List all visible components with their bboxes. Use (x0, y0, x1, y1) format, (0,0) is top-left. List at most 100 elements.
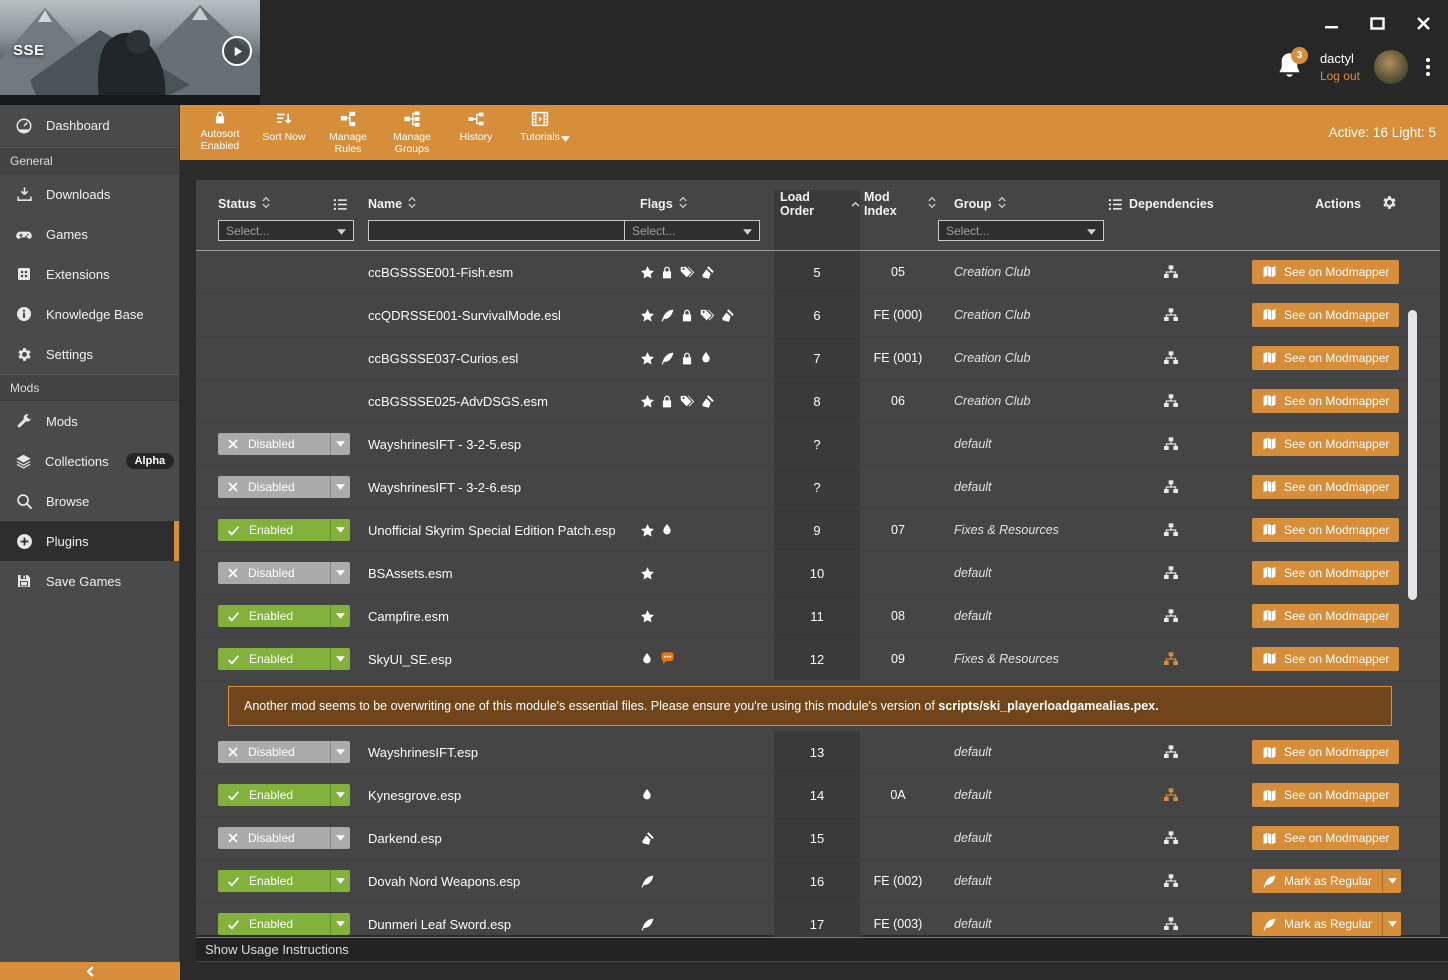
status-dropdown-caret[interactable] (330, 827, 350, 849)
dependencies-icon[interactable] (1163, 787, 1179, 803)
plugin-row[interactable]: ccQDRSSE001-SurvivalMode.esl 6 FE (000) … (196, 294, 1440, 337)
dependencies-icon[interactable] (1163, 916, 1179, 932)
see-on-modmapper-button[interactable]: See on Modmapper (1252, 604, 1399, 628)
plugin-row[interactable]: Disabled WayshrinesIFT.esp 13 default Se… (196, 731, 1440, 774)
column-settings-gear-icon[interactable] (1381, 194, 1398, 211)
toolbar-tutorials-button[interactable]: Tutorials (508, 108, 572, 145)
notifications-button[interactable]: 3 (1276, 51, 1306, 83)
plugin-row[interactable]: Enabled SkyUI_SE.esp 12 09 Fixes & Resou… (196, 638, 1440, 681)
plugin-row[interactable]: Disabled BSAssets.esm 10 default See on … (196, 552, 1440, 595)
status-dropdown-caret[interactable] (330, 784, 350, 806)
plugin-row[interactable]: ccBGSSSE037-Curios.esl 7 FE (001) Creati… (196, 337, 1440, 380)
plugin-row[interactable]: Disabled WayshrinesIFT - 3-2-6.esp ? def… (196, 466, 1440, 509)
see-on-modmapper-button[interactable]: See on Modmapper (1252, 432, 1399, 456)
status-filter-select[interactable]: Select... (218, 220, 354, 241)
status-toggle-button[interactable]: Disabled (218, 741, 350, 763)
column-header-load-order[interactable]: Load Order (774, 190, 860, 218)
status-toggle-button[interactable]: Disabled (218, 476, 350, 498)
see-on-modmapper-button[interactable]: See on Modmapper (1252, 260, 1399, 284)
mark-as-regular-button[interactable]: Mark as Regular (1252, 869, 1401, 893)
see-on-modmapper-button[interactable]: See on Modmapper (1252, 561, 1399, 585)
see-on-modmapper-button[interactable]: See on Modmapper (1252, 389, 1399, 413)
group-filter-select[interactable]: Select... (938, 220, 1104, 241)
sidebar-item-save-games[interactable]: Save Games (0, 561, 179, 601)
toolbar-sort-now-button[interactable]: Sort Now (252, 108, 316, 145)
status-toggle-button[interactable]: Enabled (218, 784, 350, 806)
dependencies-icon[interactable] (1163, 565, 1179, 581)
user-avatar[interactable] (1374, 50, 1408, 84)
status-dropdown-caret[interactable] (330, 433, 350, 455)
status-toggle-button[interactable]: Enabled (218, 605, 350, 627)
sidebar-item-settings[interactable]: Settings (0, 334, 179, 374)
status-toggle-button[interactable]: Enabled (218, 870, 350, 892)
status-dropdown-caret[interactable] (330, 562, 350, 584)
see-on-modmapper-button[interactable]: See on Modmapper (1252, 783, 1399, 807)
see-on-modmapper-button[interactable]: See on Modmapper (1252, 740, 1399, 764)
dependencies-icon[interactable] (1163, 479, 1179, 495)
status-dropdown-caret[interactable] (330, 605, 350, 627)
sidebar-item-collections[interactable]: Collections Alpha (0, 441, 179, 481)
sidebar-item-mods[interactable]: Mods (0, 401, 179, 441)
table-scrollbar[interactable] (1408, 310, 1417, 600)
status-dropdown-caret[interactable] (330, 913, 350, 935)
mark-as-regular-button[interactable]: Mark as Regular (1252, 912, 1401, 936)
dependencies-icon[interactable] (1163, 264, 1179, 280)
see-on-modmapper-button[interactable]: See on Modmapper (1252, 303, 1399, 327)
minimize-button[interactable] (1320, 12, 1342, 34)
sidebar-item-browse[interactable]: Browse (0, 481, 179, 521)
close-button[interactable] (1412, 12, 1434, 34)
dependencies-icon[interactable] (1163, 830, 1179, 846)
plugin-row[interactable]: Enabled Unofficial Skyrim Special Editio… (196, 509, 1440, 552)
dependencies-icon[interactable] (1163, 744, 1179, 760)
column-header-flags[interactable]: Flags (624, 192, 774, 216)
column-header-name[interactable]: Name (356, 192, 624, 216)
status-toggle-button[interactable]: Enabled (218, 519, 350, 541)
toolbar-manage-rules-button[interactable]: Manage Rules (316, 108, 380, 157)
dependencies-group-list-icon[interactable] (1108, 197, 1123, 212)
overflow-menu-button[interactable] (1422, 54, 1434, 80)
status-toggle-button[interactable]: Disabled (218, 827, 350, 849)
plugin-row[interactable]: Enabled Dovah Nord Weapons.esp 16 FE (00… (196, 860, 1440, 903)
sidebar-item-plugins[interactable]: Plugins (0, 521, 179, 561)
toolbar-manage-groups-button[interactable]: Manage Groups (380, 108, 444, 157)
plugin-row[interactable]: Enabled Kynesgrove.esp 14 0A default See… (196, 774, 1440, 817)
status-toggle-button[interactable]: Disabled (218, 433, 350, 455)
sidebar-item-extensions[interactable]: Extensions (0, 254, 179, 294)
sidebar-item-dashboard[interactable]: Dashboard (0, 105, 179, 147)
logout-link[interactable]: Log out (1320, 68, 1360, 84)
plugin-row[interactable]: ccBGSSSE001-Fish.esm 5 05 Creation Club … (196, 251, 1440, 294)
usage-instructions-bar[interactable]: Show Usage Instructions (196, 937, 1448, 962)
status-group-list-icon[interactable] (333, 197, 348, 212)
dependencies-icon[interactable] (1163, 393, 1179, 409)
status-dropdown-caret[interactable] (330, 476, 350, 498)
sidebar-item-knowledge-base[interactable]: Knowledge Base (0, 294, 179, 334)
toolbar-history-button[interactable]: History (444, 108, 508, 145)
sidebar-item-downloads[interactable]: Downloads (0, 174, 179, 214)
status-toggle-button[interactable]: Enabled (218, 913, 350, 935)
plugin-row[interactable]: Enabled Campfire.esm 11 08 default See o… (196, 595, 1440, 638)
dependencies-icon[interactable] (1163, 350, 1179, 366)
status-dropdown-caret[interactable] (330, 741, 350, 763)
dependencies-icon[interactable] (1163, 436, 1179, 452)
dependencies-icon[interactable] (1163, 651, 1179, 667)
name-filter-input[interactable] (368, 220, 626, 241)
see-on-modmapper-button[interactable]: See on Modmapper (1252, 475, 1399, 499)
plugin-row[interactable]: ccBGSSSE025-AdvDSGS.esm 8 06 Creation Cl… (196, 380, 1440, 423)
status-dropdown-caret[interactable] (330, 519, 350, 541)
play-game-button[interactable] (222, 36, 252, 66)
flags-filter-select[interactable]: Select... (624, 220, 760, 241)
status-toggle-button[interactable]: Enabled (218, 648, 350, 670)
see-on-modmapper-button[interactable]: See on Modmapper (1252, 346, 1399, 370)
status-dropdown-caret[interactable] (330, 648, 350, 670)
see-on-modmapper-button[interactable]: See on Modmapper (1252, 826, 1399, 850)
column-header-group[interactable]: Group (936, 192, 1106, 216)
plugin-row[interactable]: Disabled WayshrinesIFT - 3-2-5.esp ? def… (196, 423, 1440, 466)
dependencies-icon[interactable] (1163, 608, 1179, 624)
dependencies-icon[interactable] (1163, 873, 1179, 889)
see-on-modmapper-button[interactable]: See on Modmapper (1252, 647, 1399, 671)
maximize-button[interactable] (1366, 12, 1388, 34)
action-dropdown-caret[interactable] (1382, 869, 1401, 893)
column-header-mod-index[interactable]: Mod Index (860, 192, 936, 216)
action-dropdown-caret[interactable] (1382, 912, 1401, 936)
see-on-modmapper-button[interactable]: See on Modmapper (1252, 518, 1399, 542)
